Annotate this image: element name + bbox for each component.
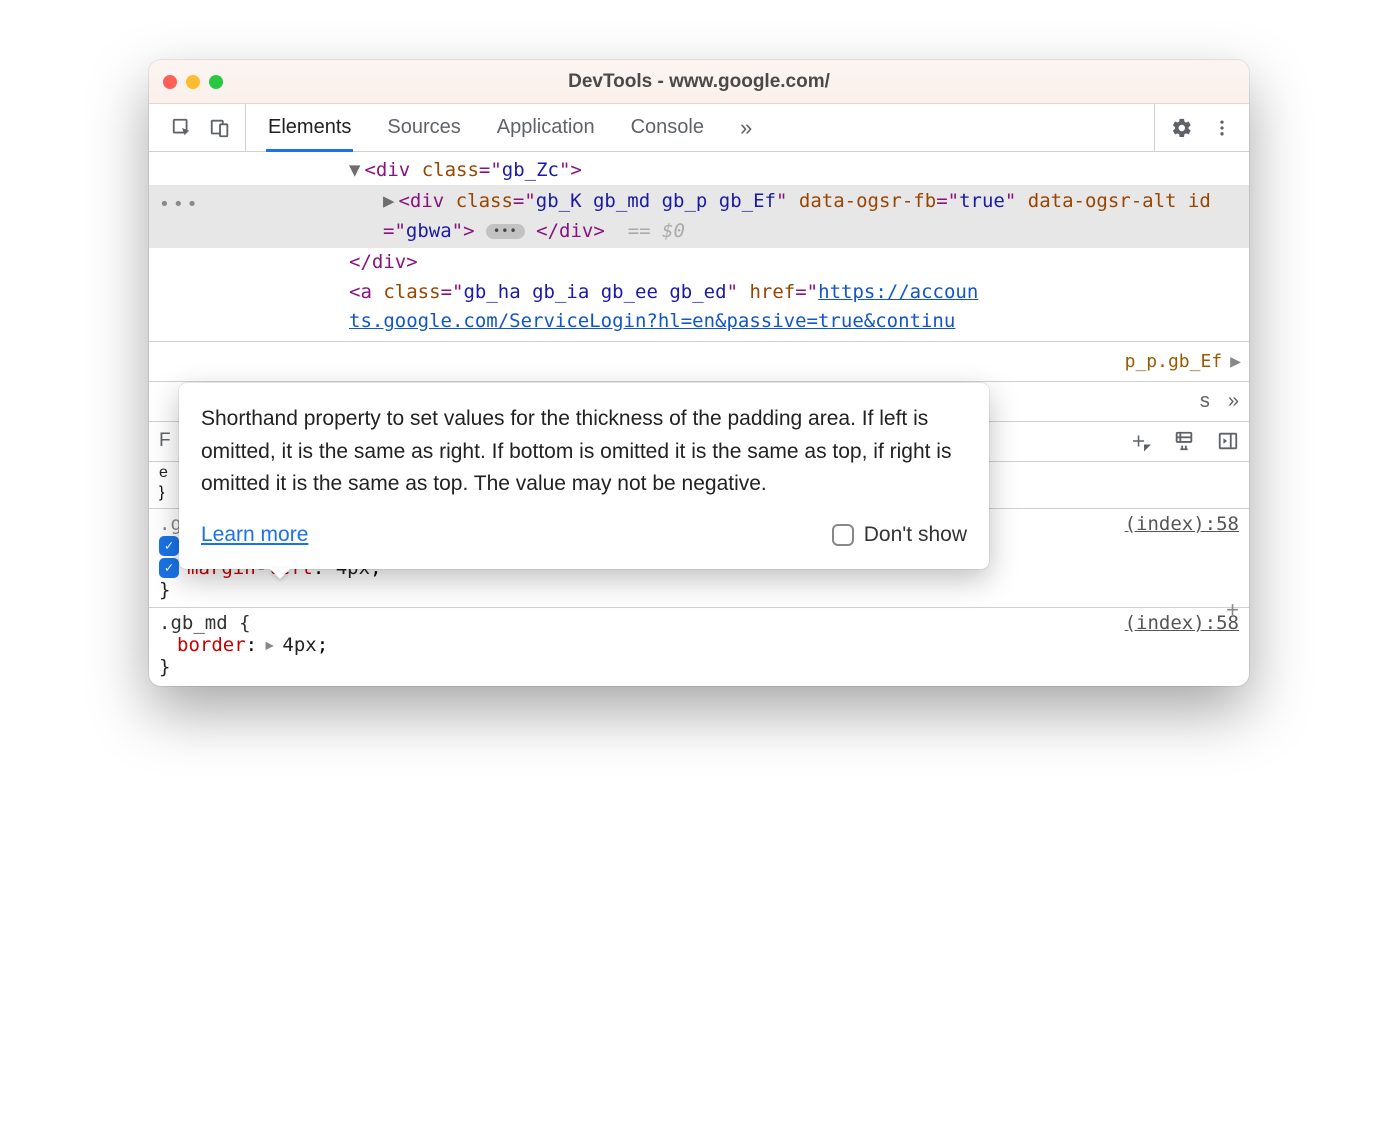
- dom-tree[interactable]: ▼<div class="gb_Zc"> ••• ▶<div class="gb…: [149, 152, 1249, 342]
- insert-rule-below-icon[interactable]: +: [1226, 597, 1239, 623]
- collapsed-ellipsis-icon[interactable]: •••: [486, 224, 525, 239]
- dollar-zero-indicator: == $0: [628, 220, 685, 242]
- css-declaration-shorthand[interactable]: border: ▶ 4px;: [177, 634, 1249, 656]
- tooltip-text: Shorthand property to set values for the…: [201, 403, 967, 501]
- add-rule-icon[interactable]: [1129, 430, 1151, 452]
- minimize-window-button[interactable]: [186, 75, 200, 89]
- css-rule-2-header: .gb_md { (index):58: [149, 608, 1249, 634]
- subtab-overflow-icon[interactable]: »: [1228, 390, 1239, 413]
- device-toggle-icon[interactable]: [209, 117, 231, 139]
- kebab-menu-icon[interactable]: [1211, 117, 1233, 139]
- expand-triangle-icon[interactable]: ▼: [349, 159, 360, 181]
- css-rule-2-body: border: ▶ 4px;: [149, 634, 1249, 656]
- inspect-element-icon[interactable]: [171, 117, 193, 139]
- css-rule-2-selector[interactable]: .gb_md {: [159, 612, 251, 634]
- styles-toolbar-right: [1129, 430, 1239, 452]
- css-rule-1-source-link[interactable]: (index):58: [1125, 513, 1239, 535]
- tab-elements[interactable]: Elements: [268, 104, 351, 151]
- css-rule-2-close-brace: }: [149, 656, 1249, 678]
- expand-shorthand-icon[interactable]: ▶: [257, 637, 282, 653]
- panel-tabs: Elements Sources Application Console »: [246, 104, 1154, 151]
- css-rule-1-close-brace: }: [149, 579, 1249, 601]
- learn-more-link[interactable]: Learn more: [201, 519, 308, 552]
- toolbar-left-group: [157, 104, 246, 151]
- css-tooltip-popup: Shorthand property to set values for the…: [179, 383, 989, 569]
- property-toggle-checkbox[interactable]: ✓: [159, 558, 179, 578]
- tab-application[interactable]: Application: [497, 104, 595, 151]
- dont-show-toggle[interactable]: Don't show: [832, 519, 967, 552]
- main-toolbar: Elements Sources Application Console »: [149, 104, 1249, 152]
- toolbar-right-group: [1154, 104, 1249, 151]
- property-toggle-checkbox[interactable]: ✓: [159, 536, 179, 556]
- tabs-overflow-icon[interactable]: »: [740, 115, 762, 141]
- titlebar: DevTools - www.google.com/: [149, 60, 1249, 104]
- dom-node-close[interactable]: </div>: [149, 248, 1249, 277]
- css-rule-2-source-link[interactable]: (index):58: [1125, 612, 1239, 634]
- filter-input-partial[interactable]: F: [159, 430, 171, 452]
- close-window-button[interactable]: [163, 75, 177, 89]
- breadcrumb-bar[interactable]: p_p.gb_Ef ▶: [149, 342, 1249, 382]
- settings-gear-icon[interactable]: [1171, 117, 1193, 139]
- dont-show-label: Don't show: [864, 519, 967, 552]
- line-actions-icon[interactable]: •••: [159, 191, 201, 219]
- breadcrumb-item[interactable]: p_p.gb_Ef: [1125, 351, 1223, 372]
- dom-node-anchor-cont[interactable]: ts.google.com/ServiceLogin?hl=en&passive…: [149, 307, 1249, 336]
- collapse-triangle-icon[interactable]: ▶: [383, 190, 394, 212]
- tooltip-footer: Learn more Don't show: [201, 519, 967, 552]
- subtab-partial[interactable]: s: [1200, 390, 1210, 413]
- dom-node-anchor[interactable]: <a class="gb_ha gb_ia gb_ee gb_ed" href=…: [149, 278, 1249, 307]
- devtools-window: DevTools - www.google.com/ Elements Sour…: [149, 60, 1249, 686]
- window-title: DevTools - www.google.com/: [149, 71, 1249, 93]
- dont-show-checkbox[interactable]: [832, 524, 854, 546]
- zoom-window-button[interactable]: [209, 75, 223, 89]
- tab-sources[interactable]: Sources: [387, 104, 460, 151]
- traffic-lights: [163, 75, 223, 89]
- breadcrumb-scroll-right-icon[interactable]: ▶: [1230, 351, 1241, 372]
- tab-console[interactable]: Console: [631, 104, 704, 151]
- computed-styles-icon[interactable]: [1173, 430, 1195, 452]
- toggle-sidebar-icon[interactable]: [1217, 430, 1239, 452]
- dom-node-parent[interactable]: ▼<div class="gb_Zc">: [149, 156, 1249, 185]
- dom-node-selected[interactable]: ••• ▶<div class="gb_K gb_md gb_p gb_Ef" …: [149, 185, 1249, 248]
